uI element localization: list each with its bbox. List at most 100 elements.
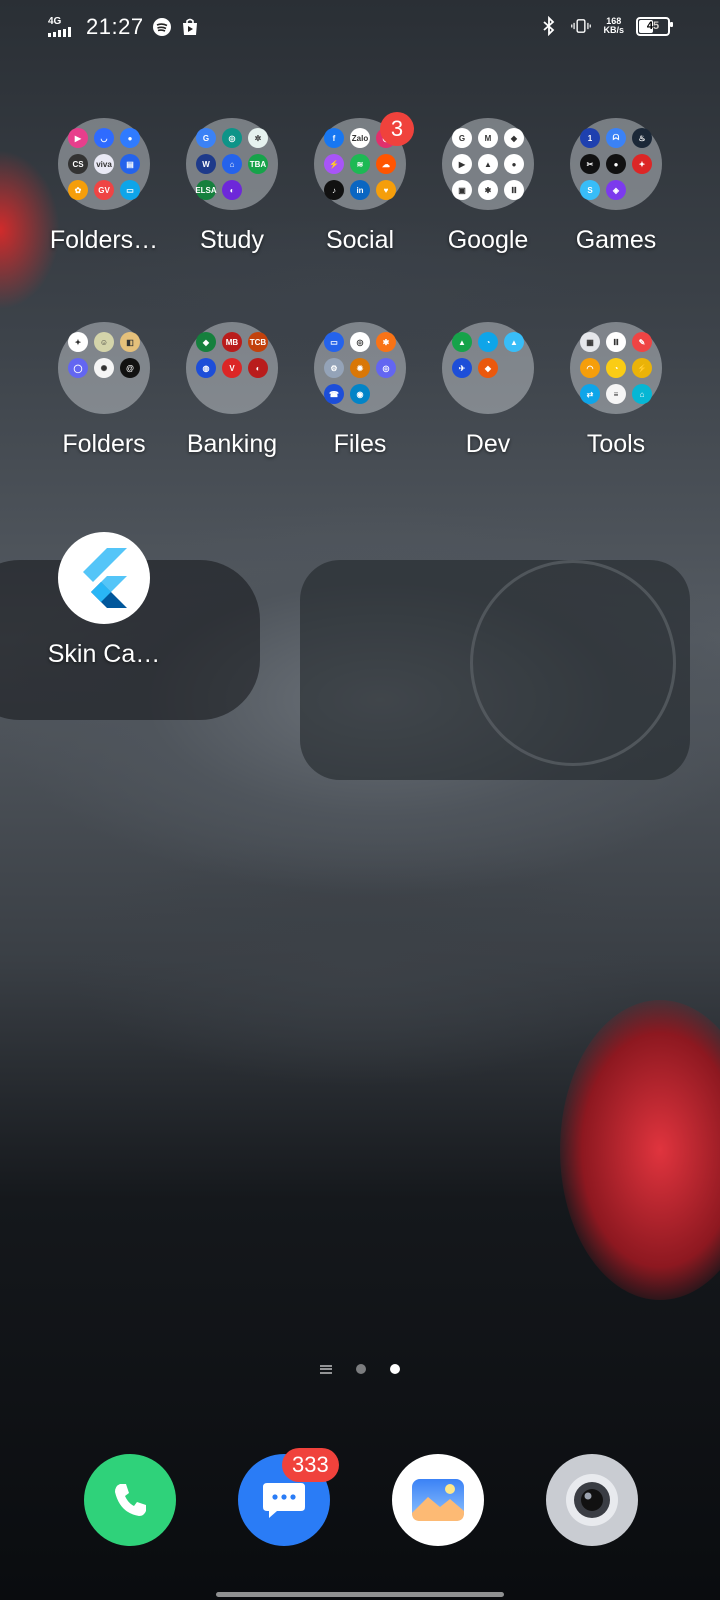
app-mini-icon: ☎ (324, 384, 344, 404)
app-mini-icon: ☺ (94, 332, 114, 352)
app-mini-icon: ELSA (195, 180, 217, 200)
app-mini-icon: ✦ (68, 332, 88, 352)
app-mini-icon: M (478, 128, 498, 148)
folder-label: Study (200, 226, 264, 254)
app-mini-icon: ▶ (68, 128, 88, 148)
app-mini-icon: ⌂ (222, 154, 242, 174)
folder-study[interactable]: G ◎ ✲ W ⌂ TBA ELSA ◐ Study (168, 118, 296, 254)
app-mini-icon: MB (222, 332, 242, 352)
folder-label: Banking (186, 430, 278, 458)
app-mini-icon: ≡ (606, 384, 626, 404)
app-mini-icon: ✱ (478, 180, 498, 200)
signal-icon: 4G (48, 17, 78, 37)
app-mini-icon: ▭ (120, 180, 140, 200)
app-mini-icon: S (580, 180, 600, 200)
app-mini-icon: ✎ (632, 332, 652, 352)
network-speed: 168 KB/s (603, 16, 624, 35)
app-mini-icon: Ⅲ (606, 332, 626, 352)
app-mini-icon: ✿ (68, 180, 88, 200)
page-indicator[interactable] (0, 1364, 720, 1374)
app-mini-icon: ◔ (478, 332, 498, 352)
vibrate-icon (571, 16, 592, 36)
folder-label: Games (575, 226, 657, 254)
app-mini-icon: ▤ (120, 154, 140, 174)
app-mini-icon: ◠ (580, 358, 600, 378)
messages-badge: 333 (282, 1448, 339, 1482)
folder-label: Dev (465, 430, 511, 458)
app-mini-icon: ◔ (606, 358, 626, 378)
app-mini-icon: ♥ (376, 180, 396, 200)
app-mini-icon: ◆ (478, 358, 498, 378)
folder-folders[interactable]: ✦ ☺ ◧ ◯ ✺ @ Folders (40, 322, 168, 458)
flutter-icon (58, 532, 150, 624)
app-mini-icon: TBA (248, 154, 268, 174)
folder-icon: fZalo◉⚡≋☁♪in♥3 (314, 112, 414, 210)
app-mini-icon: ◡ (94, 128, 114, 148)
camera-app[interactable] (546, 1454, 638, 1546)
app-mini-icon: ✲ (248, 128, 268, 148)
folder-label: Social (325, 226, 395, 254)
app-mini-icon: ☁ (376, 154, 396, 174)
app-mini-icon: ◆ (504, 128, 524, 148)
app-mini-icon: CS (68, 154, 88, 174)
messages-app[interactable]: 333 (238, 1448, 339, 1546)
app-mini-icon: ✂ (580, 154, 600, 174)
app-mini-icon: ▣ (452, 180, 472, 200)
folder-folders[interactable]: ▶ ◡ ● CS viva ▤ ✿ GV ▭ Folders… (40, 118, 168, 254)
app-label: Skin Ca… (47, 640, 161, 668)
gallery-app[interactable] (392, 1454, 484, 1546)
folder-icon: 1 ᗣ ♨ ✂ ● ✦ S ◈ (570, 118, 662, 210)
notification-badge: 3 (380, 112, 414, 146)
dock: 333 (0, 1448, 720, 1546)
folder-icon: ▭ ◎ ✱ ⚙ ✹ ◎ ☎ ◉ (314, 322, 406, 414)
app-mini-icon: f (324, 128, 344, 148)
app-mini-icon: ⚡ (632, 358, 652, 378)
app-mini-icon: ♪ (324, 180, 344, 200)
folder-files[interactable]: ▭ ◎ ✱ ⚙ ✹ ◎ ☎ ◉ Files (296, 322, 424, 458)
app-mini-icon: G (196, 128, 216, 148)
app-mini-icon: ⇄ (580, 384, 600, 404)
folder-icon: ◆ MB TCB ◍ V ◐ (186, 322, 278, 414)
app-skin-care[interactable]: Skin Ca… (40, 532, 168, 668)
folder-dev[interactable]: ▲ ◔ ▲ ✈ ◆ Dev (424, 322, 552, 458)
app-mini-icon: V (222, 358, 242, 378)
app-mini-icon: ⌂ (632, 384, 652, 404)
app-mini-icon: ♨ (632, 128, 652, 148)
app-mini-icon: G (452, 128, 472, 148)
folder-label: Files (333, 430, 387, 458)
page-dot-1[interactable] (356, 1364, 366, 1374)
folder-tools[interactable]: ▦ Ⅲ ✎ ◠ ◔ ⚡ ⇄ ≡ ⌂ Tools (552, 322, 680, 458)
app-mini-icon: ▭ (324, 332, 344, 352)
spotify-icon (152, 17, 172, 37)
app-mini-icon: ◎ (376, 358, 396, 378)
app-mini-icon: ◎ (222, 128, 242, 148)
app-mini-icon: ▲ (478, 154, 498, 174)
app-mini-icon: ◎ (350, 332, 370, 352)
app-mini-icon: in (350, 180, 370, 200)
folder-icon: G M ◆ ▶ ▲ ● ▣ ✱ Ⅲ (442, 118, 534, 210)
app-mini-icon: @ (120, 358, 140, 378)
phone-app[interactable] (84, 1454, 176, 1546)
app-mini-icon: ✦ (632, 154, 652, 174)
app-mini-icon: ▲ (452, 332, 472, 352)
app-mini-icon: ✹ (350, 358, 370, 378)
app-mini-icon: ✈ (452, 358, 472, 378)
app-mini-icon: ◈ (606, 180, 626, 200)
page-dot-2-active[interactable] (390, 1364, 400, 1374)
app-mini-icon: ⚙ (324, 358, 344, 378)
app-mini-icon: ● (606, 154, 626, 174)
folder-label: Google (447, 226, 529, 254)
app-mini-icon: ⚡ (324, 154, 344, 174)
folder-social[interactable]: fZalo◉⚡≋☁♪in♥3Social (296, 112, 424, 254)
folder-google[interactable]: G M ◆ ▶ ▲ ● ▣ ✱ Ⅲ Google (424, 118, 552, 254)
app-mini-icon: ᗣ (606, 128, 626, 148)
list-page-icon[interactable] (320, 1364, 332, 1374)
app-mini-icon: ◆ (196, 332, 216, 352)
app-mini-icon: ● (120, 128, 140, 148)
gallery-icon (412, 1479, 464, 1521)
folder-games[interactable]: 1 ᗣ ♨ ✂ ● ✦ S ◈ Games (552, 118, 680, 254)
app-mini-icon: ▲ (504, 332, 524, 352)
gesture-bar[interactable] (216, 1592, 504, 1597)
folder-banking[interactable]: ◆ MB TCB ◍ V ◐ Banking (168, 322, 296, 458)
app-mini-icon: 1 (580, 128, 600, 148)
